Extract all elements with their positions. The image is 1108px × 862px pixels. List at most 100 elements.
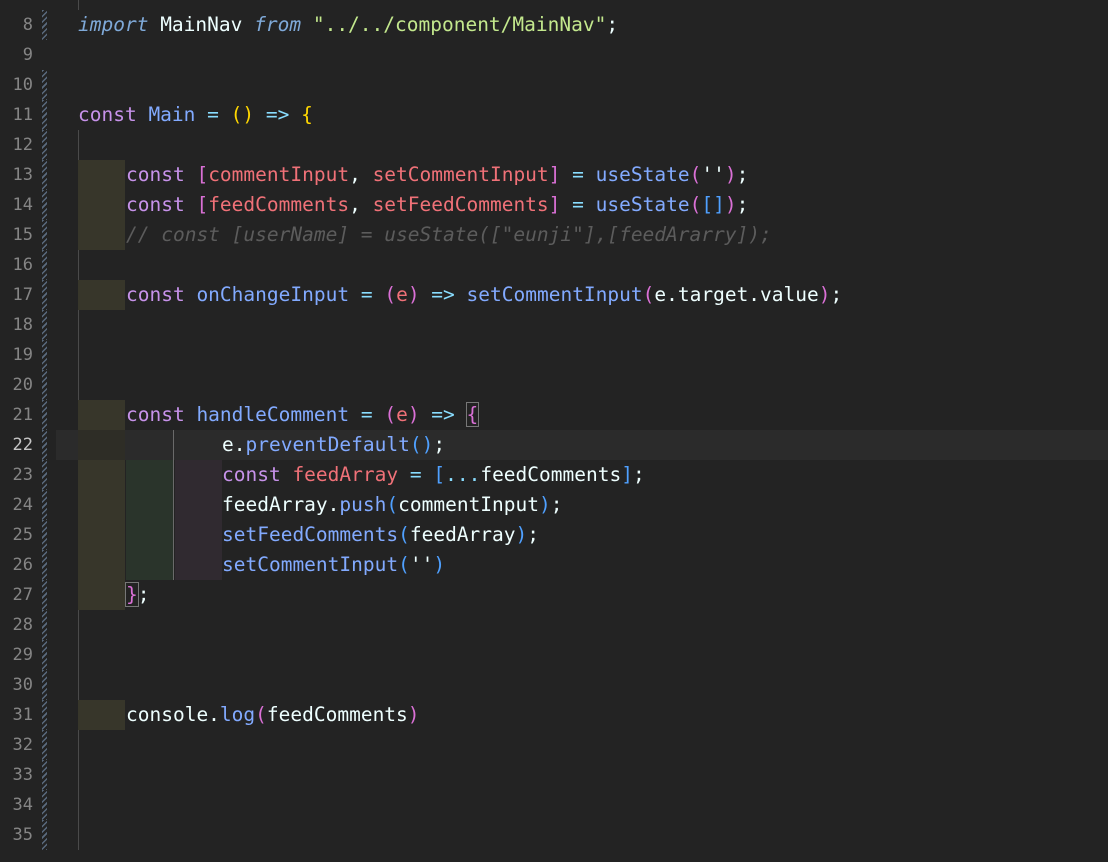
code-line[interactable]: 21 const handleComment = (e) => { bbox=[0, 400, 1108, 430]
code-token: ( bbox=[398, 553, 410, 576]
code-token: ) bbox=[407, 703, 420, 726]
code-token: onChangeInput bbox=[184, 283, 350, 306]
code-text[interactable]: const [commentInput, setCommentInput] = … bbox=[126, 160, 748, 190]
code-line[interactable]: 10 bbox=[0, 70, 1108, 100]
line-number: 29 bbox=[12, 645, 33, 665]
code-text[interactable]: setCommentInput('') bbox=[222, 550, 445, 580]
modified-gutter-marker[interactable] bbox=[42, 220, 47, 250]
modified-gutter-marker[interactable] bbox=[42, 580, 47, 610]
modified-gutter-marker[interactable] bbox=[42, 670, 47, 700]
code-token: ( bbox=[398, 523, 410, 546]
code-line[interactable]: 12 bbox=[0, 130, 1108, 160]
code-line[interactable]: 11 const Main = () => { bbox=[0, 100, 1108, 130]
code-token: => bbox=[419, 283, 467, 306]
modified-gutter-marker[interactable] bbox=[42, 640, 47, 670]
line-number: 26 bbox=[12, 555, 33, 575]
code-token: ( bbox=[386, 493, 399, 516]
code-token: ( bbox=[642, 283, 655, 306]
code-line[interactable]: 19 bbox=[0, 340, 1108, 370]
code-text[interactable]: const Main = () => { bbox=[78, 100, 313, 130]
modified-gutter-marker[interactable] bbox=[42, 400, 47, 430]
modified-gutter-marker[interactable] bbox=[42, 820, 47, 850]
code-line[interactable]: 32 bbox=[0, 730, 1108, 760]
code-line[interactable]: 35 bbox=[0, 820, 1108, 850]
code-text[interactable]: const onChangeInput = (e) => setCommentI… bbox=[126, 280, 842, 310]
code-text[interactable]: const feedArray = [...feedComments]; bbox=[222, 460, 645, 490]
modified-gutter-marker[interactable] bbox=[42, 790, 47, 820]
modified-gutter-marker[interactable] bbox=[42, 190, 47, 220]
modified-gutter-marker[interactable] bbox=[42, 490, 47, 520]
code-text[interactable]: const handleComment = (e) => { bbox=[126, 400, 480, 430]
code-text[interactable]: console.log(feedComments) bbox=[126, 700, 420, 730]
code-line[interactable]: 34 bbox=[0, 790, 1108, 820]
code-line[interactable]: 13 const [commentInput, setCommentInput]… bbox=[0, 160, 1108, 190]
code-text[interactable]: }; bbox=[125, 580, 150, 610]
indent-highlight bbox=[175, 460, 222, 490]
modified-gutter-marker[interactable] bbox=[42, 370, 47, 400]
code-token: ) bbox=[515, 523, 528, 546]
code-token: console. bbox=[126, 703, 220, 726]
code-line[interactable]: 8 import MainNav from "../../component/M… bbox=[0, 10, 1108, 40]
code-token: => bbox=[254, 103, 290, 126]
modified-gutter-marker[interactable] bbox=[42, 460, 47, 490]
code-line[interactable]: 23 const feedArray = [...feedComments]; bbox=[0, 460, 1108, 490]
code-line[interactable]: 28 bbox=[0, 610, 1108, 640]
code-token: useState bbox=[595, 163, 690, 186]
code-text[interactable]: e.preventDefault(); bbox=[222, 430, 445, 460]
modified-gutter-marker[interactable] bbox=[42, 430, 47, 460]
code-token: = bbox=[207, 103, 219, 126]
code-line[interactable]: 20 bbox=[0, 370, 1108, 400]
code-token: = bbox=[398, 463, 434, 486]
modified-gutter-marker[interactable] bbox=[42, 730, 47, 760]
code-text[interactable]: const [feedComments, setFeedComments] = … bbox=[126, 190, 748, 220]
code-token: ( bbox=[218, 103, 243, 126]
indent-guide-active bbox=[173, 460, 174, 490]
code-line[interactable]: 33 bbox=[0, 760, 1108, 790]
code-line[interactable]: 29 bbox=[0, 640, 1108, 670]
modified-gutter-marker[interactable] bbox=[42, 100, 47, 130]
code-line[interactable]: 15 // const [userName] = useState(["eunj… bbox=[0, 220, 1108, 250]
modified-gutter-marker[interactable] bbox=[42, 310, 47, 340]
code-token: ) bbox=[433, 553, 446, 576]
modified-gutter-marker[interactable] bbox=[42, 70, 47, 100]
modified-gutter-marker[interactable] bbox=[42, 700, 47, 730]
line-number: 23 bbox=[12, 465, 33, 485]
code-text[interactable]: feedArray.push(commentInput); bbox=[222, 490, 563, 520]
modified-gutter-marker[interactable] bbox=[42, 520, 47, 550]
code-token: const bbox=[126, 283, 185, 306]
code-line[interactable]: 24 feedArray.push(commentInput); bbox=[0, 490, 1108, 520]
code-text[interactable]: setFeedComments(feedArray); bbox=[222, 520, 539, 550]
code-token: '' bbox=[409, 553, 434, 576]
code-line[interactable]: 17 const onChangeInput = (e) => setComme… bbox=[0, 280, 1108, 310]
code-token: = bbox=[560, 193, 596, 216]
modified-gutter-marker[interactable] bbox=[42, 340, 47, 370]
code-text[interactable]: // const [userName] = useState(["eunji"]… bbox=[126, 220, 772, 250]
code-text[interactable]: import MainNav from "../../component/Mai… bbox=[78, 10, 618, 40]
code-line-current[interactable]: 22 e.preventDefault(); bbox=[0, 430, 1108, 460]
code-editor[interactable]: 7 8 import MainNav from "../../component… bbox=[0, 0, 1108, 850]
code-line[interactable]: 7 bbox=[0, 0, 1108, 10]
modified-gutter-marker[interactable] bbox=[42, 550, 47, 580]
code-line[interactable]: 16 bbox=[0, 250, 1108, 280]
code-line[interactable]: 30 bbox=[0, 670, 1108, 700]
code-line[interactable]: 18 bbox=[0, 310, 1108, 340]
code-line[interactable]: 26 setCommentInput('') bbox=[0, 550, 1108, 580]
code-token: ( bbox=[384, 403, 397, 426]
modified-gutter-marker[interactable] bbox=[42, 10, 47, 40]
modified-gutter-marker[interactable] bbox=[42, 130, 47, 160]
code-token: const bbox=[126, 193, 185, 216]
line-number: 18 bbox=[12, 315, 33, 335]
code-line[interactable]: 25 setFeedComments(feedArray); bbox=[0, 520, 1108, 550]
indent-highlight bbox=[78, 460, 125, 490]
modified-gutter-marker[interactable] bbox=[42, 280, 47, 310]
code-token: ; bbox=[606, 13, 619, 36]
code-line[interactable]: 9 bbox=[0, 40, 1108, 70]
indent-guide bbox=[78, 640, 79, 670]
code-line[interactable]: 14 const [feedComments, setFeedComments]… bbox=[0, 190, 1108, 220]
code-line[interactable]: 31 console.log(feedComments) bbox=[0, 700, 1108, 730]
modified-gutter-marker[interactable] bbox=[42, 760, 47, 790]
modified-gutter-marker[interactable] bbox=[42, 160, 47, 190]
modified-gutter-marker[interactable] bbox=[42, 610, 47, 640]
modified-gutter-marker[interactable] bbox=[42, 250, 47, 280]
code-line[interactable]: 27 }; bbox=[0, 580, 1108, 610]
